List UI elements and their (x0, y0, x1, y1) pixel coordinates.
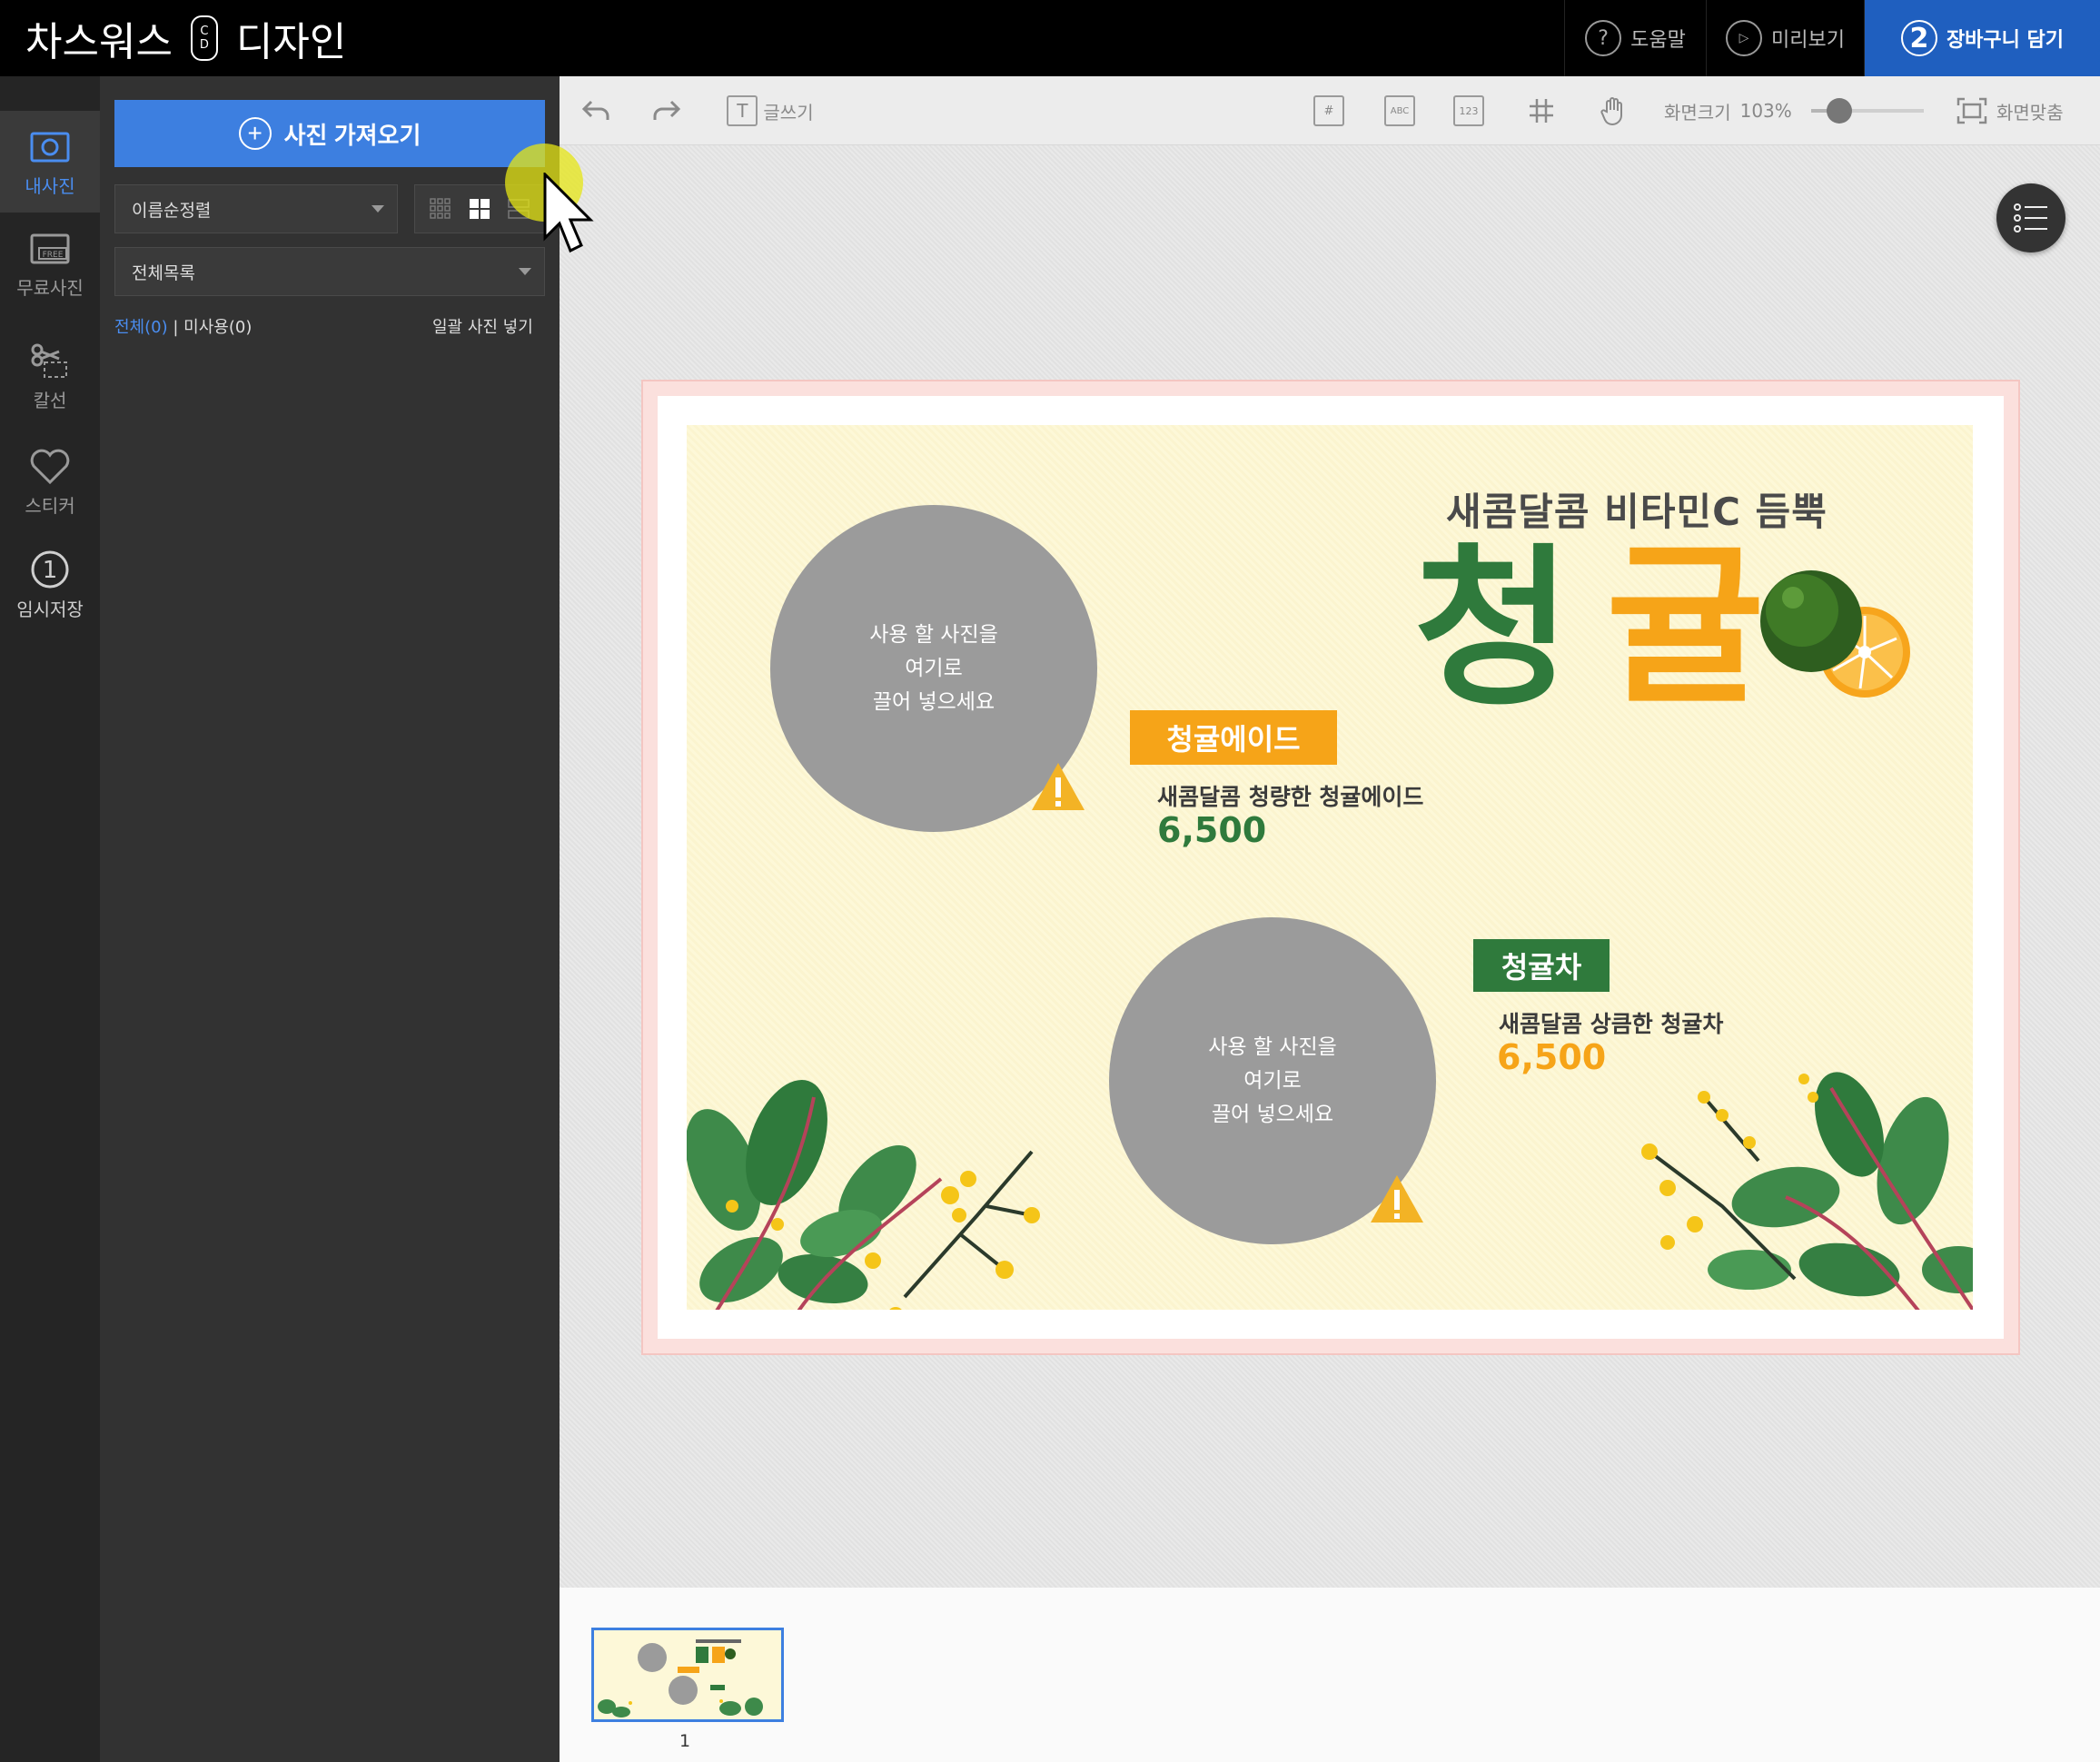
foliage-left-illustration (687, 1079, 1040, 1310)
text-box-icon: T (727, 95, 758, 126)
foliage-right-illustration (1641, 1072, 1973, 1310)
number-one-icon: 1 (31, 550, 69, 588)
svg-text:FREE: FREE (43, 251, 64, 260)
zoom-label: 화면크기 103% (1664, 100, 1792, 124)
undo-icon (581, 100, 609, 120)
citrus-illustration (1760, 570, 1910, 698)
abc-icon: ABC (1384, 95, 1415, 126)
item2-tag[interactable]: 청귤차 (1473, 939, 1610, 992)
numbers-icon: 123 (1453, 95, 1484, 126)
item1-tag[interactable]: 청귤에이드 (1130, 710, 1337, 765)
item2-description[interactable]: 새콤달콤 상큼한 청귤차 (1499, 1006, 1723, 1039)
pan-tool-button[interactable] (1597, 76, 1629, 145)
camera-icon (30, 132, 70, 162)
brand-suffix: 디자인 (235, 19, 347, 65)
page-number-button[interactable]: # (1313, 76, 1344, 145)
import-photos-button[interactable]: + 사진 가져오기 (114, 100, 545, 167)
help-button[interactable]: ? 도움말 (1564, 0, 1706, 76)
small-grid-view-icon[interactable] (429, 198, 451, 220)
item1-description[interactable]: 새콤달콤 청량한 청귤에이드 (1157, 779, 1423, 812)
hand-icon (1600, 97, 1622, 126)
hash-page-icon: # (1313, 95, 1344, 126)
page-strip (560, 1588, 2100, 1762)
bulk-insert-link[interactable]: 일괄 사진 넣기 (432, 314, 533, 338)
fit-to-screen-button[interactable]: 화면맞춤 (1956, 76, 2064, 145)
brand-logo: C D (190, 15, 218, 61)
free-photo-icon: FREE (30, 233, 70, 263)
zoom-value: 103% (1739, 100, 1792, 122)
text-tool-button[interactable]: T 글쓰기 (723, 76, 817, 145)
chevron-down-icon (519, 268, 531, 275)
warning-icon (1032, 763, 1085, 810)
item2-price[interactable]: 6,500 (1497, 1037, 1606, 1077)
brand-name: 차스워스 (25, 19, 173, 65)
play-icon: ▷ (1726, 20, 1763, 56)
chevron-down-icon (371, 205, 384, 213)
mouse-pointer-icon (543, 173, 594, 253)
grid-icon (1530, 99, 1553, 123)
page-number: 1 (679, 1731, 691, 1751)
page-thumbnail[interactable] (591, 1628, 784, 1722)
step-two-icon: 2 (1900, 20, 1937, 56)
question-icon: ? (1585, 20, 1622, 56)
list-icon (2014, 203, 2047, 233)
large-grid-view-icon[interactable] (469, 198, 490, 220)
filter-separator: | (173, 318, 179, 337)
rail-item-temp-save[interactable]: 1 임시저장 (0, 534, 100, 636)
page-thumbnail-preview (598, 1639, 763, 1717)
scissors-icon (31, 343, 67, 378)
grid-toggle-button[interactable] (1526, 76, 1557, 145)
undo-button[interactable] (578, 76, 614, 145)
filter-unused-link[interactable]: 미사용(0) (183, 318, 252, 337)
design-title-char-2[interactable]: 귤 (1606, 541, 1765, 714)
design-canvas[interactable]: 사용 할 사진을 여기로 끌어 넣으세요 사용 할 사진을 여기로 끌어 넣으세… (687, 425, 1973, 1310)
app-brand: 차스워스 C D 디자인 (25, 9, 346, 67)
svg-text:1: 1 (43, 557, 58, 584)
preview-button[interactable]: ▷ 미리보기 (1706, 0, 1864, 76)
plus-circle-icon: + (238, 117, 272, 150)
warning-icon (1371, 1175, 1423, 1223)
item1-price[interactable]: 6,500 (1157, 810, 1266, 850)
folder-select[interactable]: 전체목록 (114, 247, 545, 296)
redo-icon (653, 100, 681, 120)
add-to-cart-button[interactable]: 2 장바구니 담기 (1864, 0, 2100, 76)
design-title-char-1[interactable]: 청 (1413, 543, 1572, 716)
zoom-slider[interactable] (1811, 98, 1924, 124)
heart-icon (30, 449, 70, 484)
redo-button[interactable] (649, 76, 685, 145)
number-style-button[interactable]: 123 (1453, 76, 1484, 145)
rail-item-sticker[interactable]: 스티커 (0, 431, 100, 532)
zoom-slider-knob[interactable] (1827, 98, 1852, 124)
rail-item-cut-line[interactable]: 칼선 (0, 325, 100, 427)
filter-all-link[interactable]: 전체(0) (114, 318, 168, 337)
fit-screen-icon (1956, 97, 1987, 124)
rail-item-my-photos[interactable]: 내사진 (0, 111, 100, 213)
text-style-button[interactable]: ABC (1384, 76, 1415, 145)
layer-list-button[interactable] (1996, 183, 2065, 252)
photo-filters: 전체(0) | 미사용(0) (114, 314, 252, 338)
sort-select[interactable]: 이름순정렬 (114, 184, 398, 233)
rail-item-free-photos[interactable]: FREE 무료사진 (0, 213, 100, 314)
